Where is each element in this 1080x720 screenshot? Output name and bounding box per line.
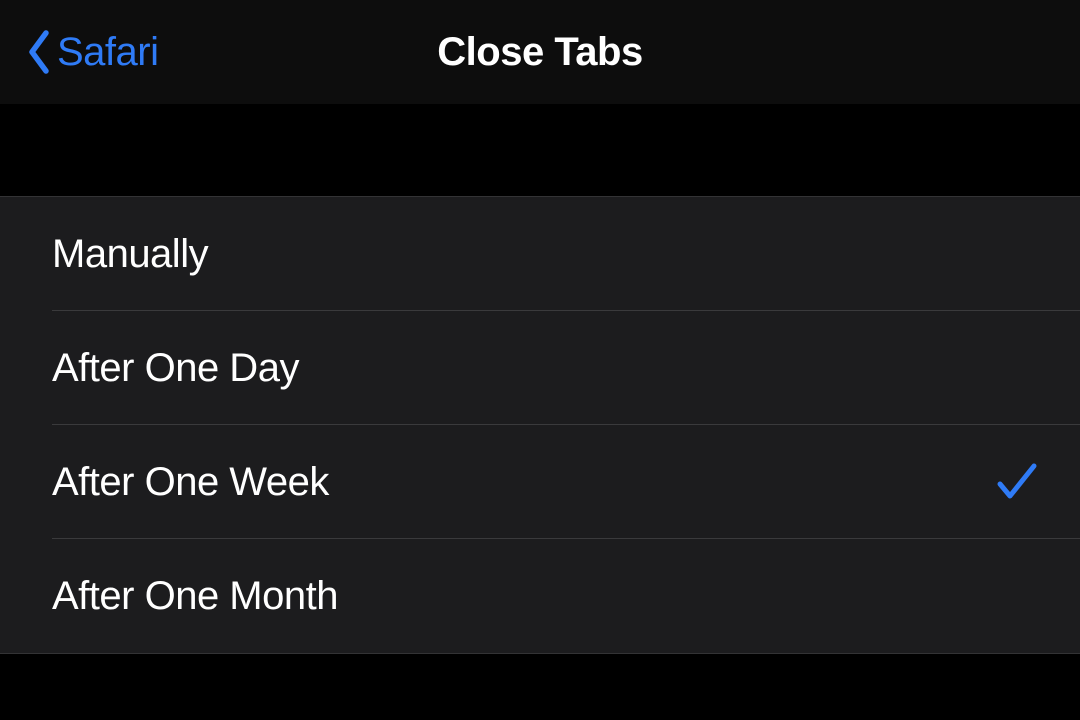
option-label: After One Day (52, 346, 299, 391)
option-manually[interactable]: Manually (0, 197, 1080, 311)
page-title: Close Tabs (437, 30, 642, 75)
chevron-left-icon (25, 29, 51, 75)
option-label: After One Week (52, 460, 329, 505)
option-after-one-week[interactable]: After One Week (0, 425, 1080, 539)
spacer (0, 104, 1080, 196)
options-list: Manually After One Day After One Week Af… (0, 196, 1080, 654)
back-button[interactable]: Safari (25, 29, 159, 75)
option-label: After One Month (52, 574, 338, 619)
checkmark-icon (992, 458, 1040, 506)
navigation-bar: Safari Close Tabs (0, 0, 1080, 104)
back-button-label: Safari (57, 30, 159, 75)
option-label: Manually (52, 232, 208, 277)
option-after-one-month[interactable]: After One Month (0, 539, 1080, 653)
option-after-one-day[interactable]: After One Day (0, 311, 1080, 425)
